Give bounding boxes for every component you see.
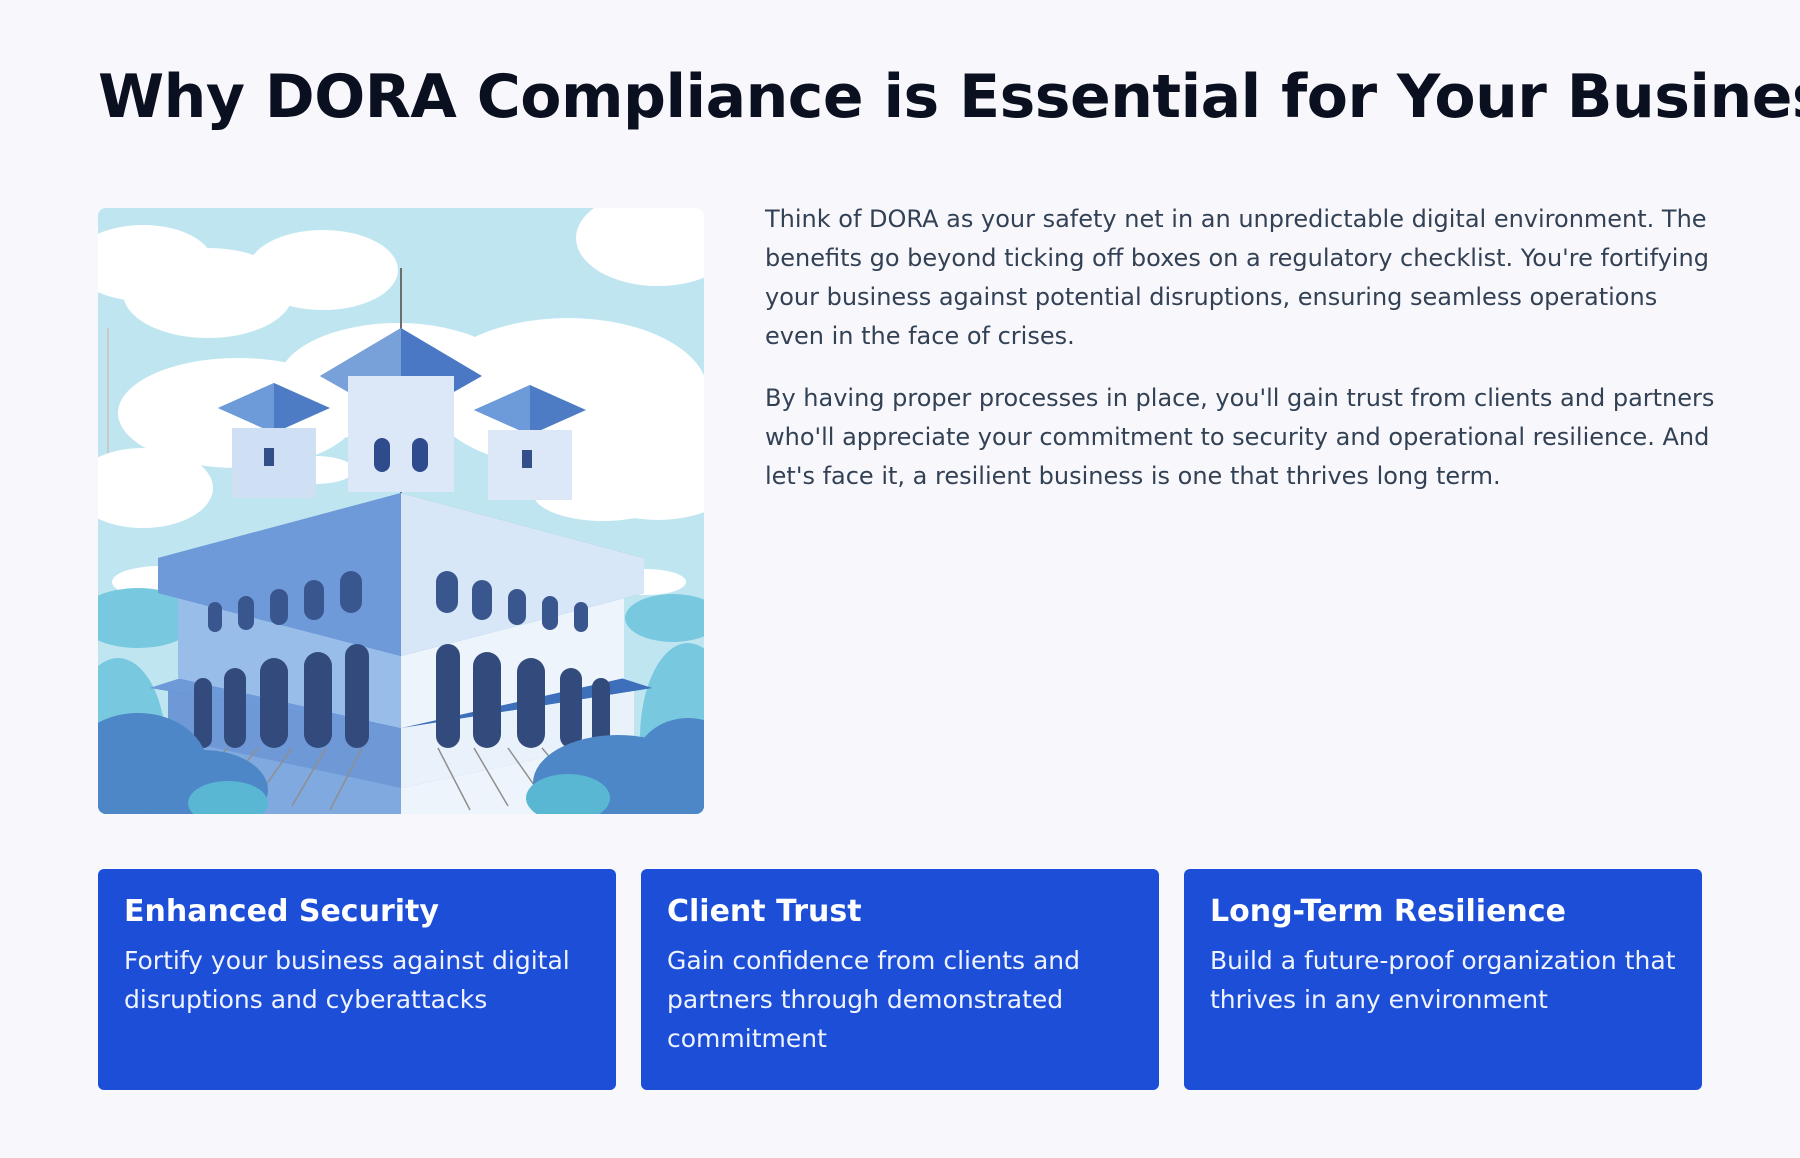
page-container: Why DORA Compliance is Essential for You… [98, 0, 1800, 1158]
fortress-castle-illustration [98, 208, 704, 814]
intro-paragraph-2: By having proper processes in place, you… [765, 384, 1715, 490]
intro-paragraph-1: Think of DORA as your safety net in an u… [765, 205, 1709, 350]
benefit-card-title: Client Trust [667, 894, 862, 929]
benefit-card-long-term-resilience: Long-Term Resilience Build a future-proo… [1184, 869, 1702, 1090]
intro-copy: Think of DORA as your safety net in an u… [765, 200, 1715, 519]
benefit-card-text: Fortify your business against digital di… [124, 946, 570, 1014]
benefit-card-title: Long-Term Resilience [1210, 894, 1566, 929]
benefit-card-title: Enhanced Security [124, 894, 439, 929]
benefit-cards: Enhanced Security Fortify your business … [98, 869, 1702, 1090]
benefit-card-client-trust: Client Trust Gain confidence from client… [641, 869, 1159, 1090]
benefit-card-text: Gain confidence from clients and partner… [667, 946, 1081, 1053]
benefit-card-text: Build a future-proof organization that t… [1210, 946, 1676, 1014]
page-title: Why DORA Compliance is Essential for You… [98, 62, 1800, 132]
benefit-card-enhanced-security: Enhanced Security Fortify your business … [98, 869, 616, 1090]
